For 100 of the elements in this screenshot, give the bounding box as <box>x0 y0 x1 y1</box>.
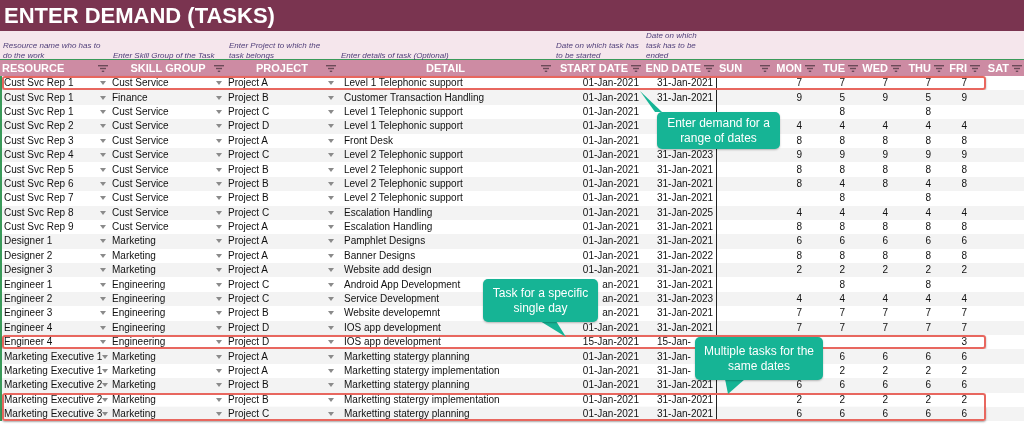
skill-group-cell: Marketing <box>112 409 156 420</box>
dropdown-caret-icon[interactable] <box>328 153 334 158</box>
dropdown-caret-icon[interactable] <box>216 181 222 186</box>
skill-group-cell: Cust Service <box>112 150 169 161</box>
dropdown-caret-icon[interactable] <box>328 95 334 100</box>
skill-group-cell: Cust Service <box>112 121 169 132</box>
resource-cell: Cust Svc Rep 5 <box>4 164 74 175</box>
date-cell: 31-Jan- <box>657 366 691 376</box>
filter-icon[interactable] <box>970 64 980 72</box>
column-note: Date on which task has to be ended <box>646 31 698 61</box>
dropdown-caret-icon[interactable] <box>102 383 109 388</box>
dropdown-caret-icon[interactable] <box>100 95 106 100</box>
filter-icon[interactable] <box>848 64 858 72</box>
dropdown-caret-icon[interactable] <box>328 124 334 129</box>
filter-icon[interactable] <box>760 64 770 72</box>
dropdown-caret-icon[interactable] <box>328 181 334 186</box>
dropdown-caret-icon[interactable] <box>216 167 222 172</box>
filter-icon[interactable] <box>98 64 108 72</box>
dropdown-caret-icon[interactable] <box>100 138 106 143</box>
resource-cell: Designer 3 <box>4 265 53 276</box>
dropdown-caret-icon[interactable] <box>328 239 334 244</box>
dropdown-caret-icon[interactable] <box>216 124 222 129</box>
dropdown-caret-icon[interactable] <box>328 253 334 258</box>
dropdown-caret-icon[interactable] <box>102 354 109 359</box>
dropdown-caret-icon[interactable] <box>216 268 222 273</box>
filter-icon[interactable] <box>934 64 944 72</box>
dropdown-caret-icon[interactable] <box>100 268 106 273</box>
dropdown-caret-icon[interactable] <box>100 124 106 129</box>
dropdown-caret-icon[interactable] <box>328 297 334 302</box>
dropdown-caret-icon[interactable] <box>216 282 222 287</box>
dropdown-caret-icon[interactable] <box>216 81 222 86</box>
filter-icon[interactable] <box>805 64 815 72</box>
filter-icon[interactable] <box>1012 64 1022 72</box>
dropdown-caret-icon[interactable] <box>100 239 106 244</box>
dropdown-caret-icon[interactable] <box>328 397 334 402</box>
dropdown-caret-icon[interactable] <box>102 397 109 402</box>
dropdown-caret-icon[interactable] <box>216 325 222 330</box>
dropdown-caret-icon[interactable] <box>216 239 222 244</box>
dropdown-caret-icon[interactable] <box>328 325 334 330</box>
dropdown-caret-icon[interactable] <box>328 167 334 172</box>
dropdown-caret-icon[interactable] <box>328 81 334 86</box>
dropdown-caret-icon[interactable] <box>216 196 222 201</box>
dropdown-caret-icon[interactable] <box>328 196 334 201</box>
dropdown-caret-icon[interactable] <box>216 297 222 302</box>
dropdown-caret-icon[interactable] <box>100 253 106 258</box>
dropdown-caret-icon[interactable] <box>100 109 106 114</box>
dropdown-caret-icon[interactable] <box>216 253 222 258</box>
hours-cell: 4 <box>882 207 888 218</box>
dropdown-caret-icon[interactable] <box>100 153 106 158</box>
dropdown-caret-icon[interactable] <box>328 369 334 373</box>
dropdown-caret-icon[interactable] <box>216 153 222 158</box>
dropdown-caret-icon[interactable] <box>216 340 222 345</box>
dropdown-caret-icon[interactable] <box>328 340 334 345</box>
dropdown-caret-icon[interactable] <box>100 297 106 302</box>
dropdown-caret-icon[interactable] <box>216 369 222 373</box>
dropdown-caret-icon[interactable] <box>216 225 222 230</box>
dropdown-caret-icon[interactable] <box>100 210 106 215</box>
dropdown-caret-icon[interactable] <box>216 138 222 143</box>
filter-icon[interactable] <box>631 64 641 72</box>
dropdown-caret-icon[interactable] <box>216 109 222 114</box>
dropdown-caret-icon[interactable] <box>100 81 106 86</box>
dropdown-caret-icon[interactable] <box>216 412 222 417</box>
filter-icon[interactable] <box>891 64 901 72</box>
dropdown-caret-icon[interactable] <box>328 225 334 230</box>
filter-icon[interactable] <box>214 64 224 72</box>
filter-icon[interactable] <box>541 64 551 72</box>
dropdown-caret-icon[interactable] <box>328 354 334 359</box>
filter-icon[interactable] <box>704 64 714 72</box>
dropdown-caret-icon[interactable] <box>328 210 334 215</box>
hours-cell: 9 <box>961 92 967 103</box>
date-cell: 31-Jan-2021 <box>657 236 714 247</box>
dropdown-caret-icon[interactable] <box>328 412 334 417</box>
dropdown-caret-icon[interactable] <box>216 383 222 388</box>
dropdown-caret-icon[interactable] <box>100 325 106 330</box>
skill-group-cell: Engineering <box>112 337 166 348</box>
project-cell: Project A <box>228 135 269 146</box>
hours-cell: 8 <box>796 164 802 175</box>
dropdown-caret-icon[interactable] <box>100 167 106 172</box>
dropdown-caret-icon[interactable] <box>216 397 222 402</box>
dropdown-caret-icon[interactable] <box>216 210 222 215</box>
hours-cell: 8 <box>925 279 931 290</box>
dropdown-caret-icon[interactable] <box>100 225 106 230</box>
dropdown-caret-icon[interactable] <box>100 196 106 201</box>
dropdown-caret-icon[interactable] <box>100 181 106 186</box>
dropdown-caret-icon[interactable] <box>100 311 106 316</box>
dropdown-caret-icon[interactable] <box>100 282 106 287</box>
dropdown-caret-icon[interactable] <box>100 340 106 345</box>
dropdown-caret-icon[interactable] <box>216 354 222 359</box>
dropdown-caret-icon[interactable] <box>328 282 334 287</box>
dropdown-caret-icon[interactable] <box>216 95 222 100</box>
dropdown-caret-icon[interactable] <box>102 412 109 417</box>
dropdown-caret-icon[interactable] <box>328 268 334 273</box>
dropdown-caret-icon[interactable] <box>328 311 334 316</box>
filter-icon[interactable] <box>326 64 336 72</box>
dropdown-caret-icon[interactable] <box>216 311 222 316</box>
dropdown-caret-icon[interactable] <box>328 109 334 114</box>
hours-cell: 2 <box>839 366 845 376</box>
dropdown-caret-icon[interactable] <box>328 138 334 143</box>
dropdown-caret-icon[interactable] <box>102 369 109 373</box>
dropdown-caret-icon[interactable] <box>328 383 334 388</box>
